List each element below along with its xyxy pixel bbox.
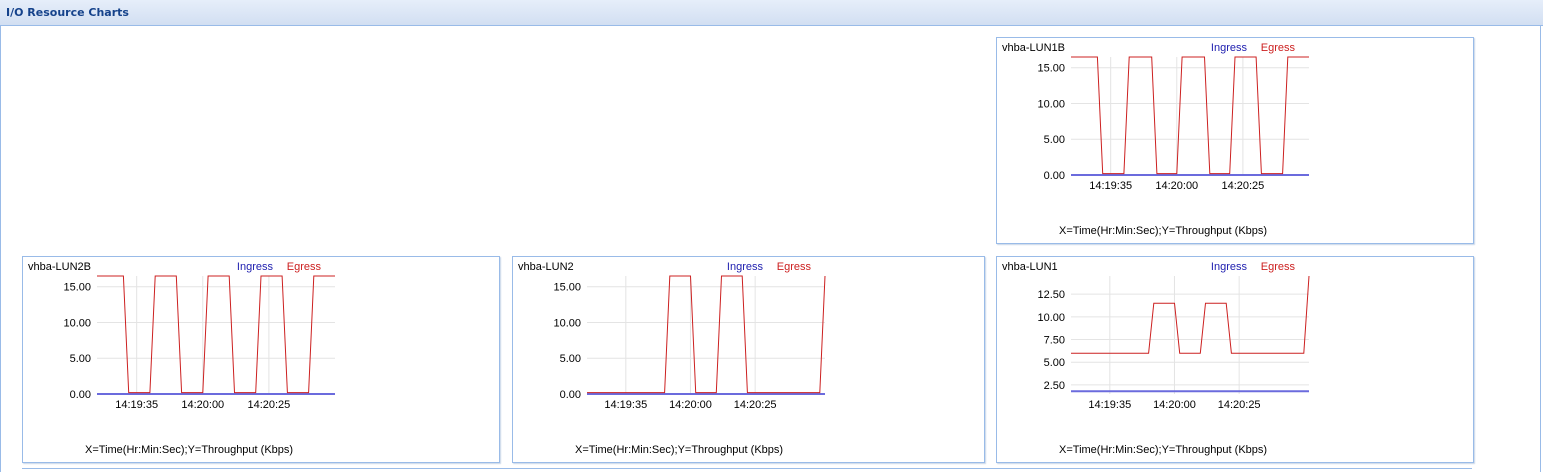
y-tick-label: 15.00 (63, 282, 91, 294)
legend-ingress: Ingress (1211, 42, 1248, 54)
x-tick-label: 14:20:25 (1218, 399, 1261, 411)
panel-header: I/O Resource Charts (0, 0, 1543, 26)
chart-panel-lun1: vhba-LUN1 Ingress Egress 2.50 5.00 7.50 10.00 1… (996, 256, 1474, 463)
legend-ingress: Ingress (237, 261, 274, 273)
y-tick-label: 15.00 (553, 282, 581, 294)
x-axis-label: X=Time(Hr:Min:Sec);Y=Throughput (Kbps) (575, 444, 783, 456)
legend-ingress: Ingress (1211, 261, 1248, 273)
y-tick-label: 5.00 (1044, 357, 1065, 369)
panel-bottom-border (22, 468, 1472, 469)
y-tick-label: 15.00 (1037, 63, 1065, 75)
y-tick-label: 2.50 (1044, 380, 1065, 392)
chart-vhba-lun2b: vhba-LUN2B Ingress Egress 0.00 5.00 10.00 15.0… (28, 261, 335, 456)
x-axis-label: X=Time(Hr:Min:Sec);Y=Throughput (Kbps) (85, 444, 293, 456)
y-tick-label: 0.00 (560, 389, 581, 401)
chart-vhba-lun1b: vhba-LUN1B Ingress Egress 0.00 5.00 10.00 15.0… (1002, 42, 1309, 237)
chart-title: vhba-LUN1 (1002, 261, 1058, 273)
legend-egress: Egress (1261, 42, 1296, 54)
x-tick-label: 14:20:25 (1221, 180, 1264, 192)
chart-title: vhba-LUN1B (1002, 42, 1065, 54)
series-egress-line (1071, 275, 1310, 354)
x-tick-label: 14:20:00 (669, 399, 712, 411)
legend-egress: Egress (1261, 261, 1296, 273)
chart-title: vhba-LUN2B (28, 261, 91, 273)
x-tick-label: 14:20:00 (1153, 399, 1196, 411)
chart-vhba-lun1: vhba-LUN1 Ingress Egress 2.50 5.00 7.50 10.00 1… (1002, 261, 1310, 456)
y-tick-label: 10.00 (553, 317, 581, 329)
y-tick-label: 5.00 (70, 353, 91, 365)
x-tick-label: 14:19:35 (1088, 399, 1131, 411)
y-tick-label: 7.50 (1044, 335, 1065, 347)
x-tick-label: 14:20:25 (734, 399, 777, 411)
y-tick-label: 5.00 (560, 353, 581, 365)
chart-panel-lun2b: vhba-LUN2B Ingress Egress 0.00 5.00 10.00 15.0… (22, 256, 500, 463)
chart-vhba-lun2: vhba-LUN2 Ingress Egress 0.00 5.00 10.00 15.00… (518, 261, 826, 456)
y-tick-label: 0.00 (1044, 170, 1065, 182)
x-axis-label: X=Time(Hr:Min:Sec);Y=Throughput (Kbps) (1059, 225, 1267, 237)
panel-title: I/O Resource Charts (6, 6, 129, 19)
y-tick-label: 10.00 (63, 317, 91, 329)
legend-egress: Egress (777, 261, 812, 273)
legend-egress: Egress (287, 261, 322, 273)
legend-ingress: Ingress (727, 261, 764, 273)
y-tick-label: 12.50 (1037, 289, 1065, 301)
y-tick-label: 10.00 (1037, 98, 1065, 110)
x-tick-label: 14:19:35 (604, 399, 647, 411)
x-axis-label: X=Time(Hr:Min:Sec);Y=Throughput (Kbps) (1059, 444, 1267, 456)
x-tick-label: 14:20:00 (1155, 180, 1198, 192)
y-tick-label: 10.00 (1037, 312, 1065, 324)
chart-panel-lun1b: vhba-LUN1B Ingress Egress 0.00 5.00 10.00 15.0… (996, 37, 1474, 244)
series-egress-line (97, 275, 335, 394)
series-egress-line (587, 275, 826, 394)
chart-panel-lun2: vhba-LUN2 Ingress Egress 0.00 5.00 10.00 15.00… (512, 256, 985, 463)
y-tick-label: 0.00 (70, 389, 91, 401)
x-tick-label: 14:19:35 (1089, 180, 1132, 192)
series-egress-line (1071, 56, 1309, 175)
x-tick-label: 14:19:35 (115, 399, 158, 411)
x-tick-label: 14:20:00 (181, 399, 224, 411)
y-tick-label: 5.00 (1044, 134, 1065, 146)
x-tick-label: 14:20:25 (247, 399, 290, 411)
chart-title: vhba-LUN2 (518, 261, 574, 273)
